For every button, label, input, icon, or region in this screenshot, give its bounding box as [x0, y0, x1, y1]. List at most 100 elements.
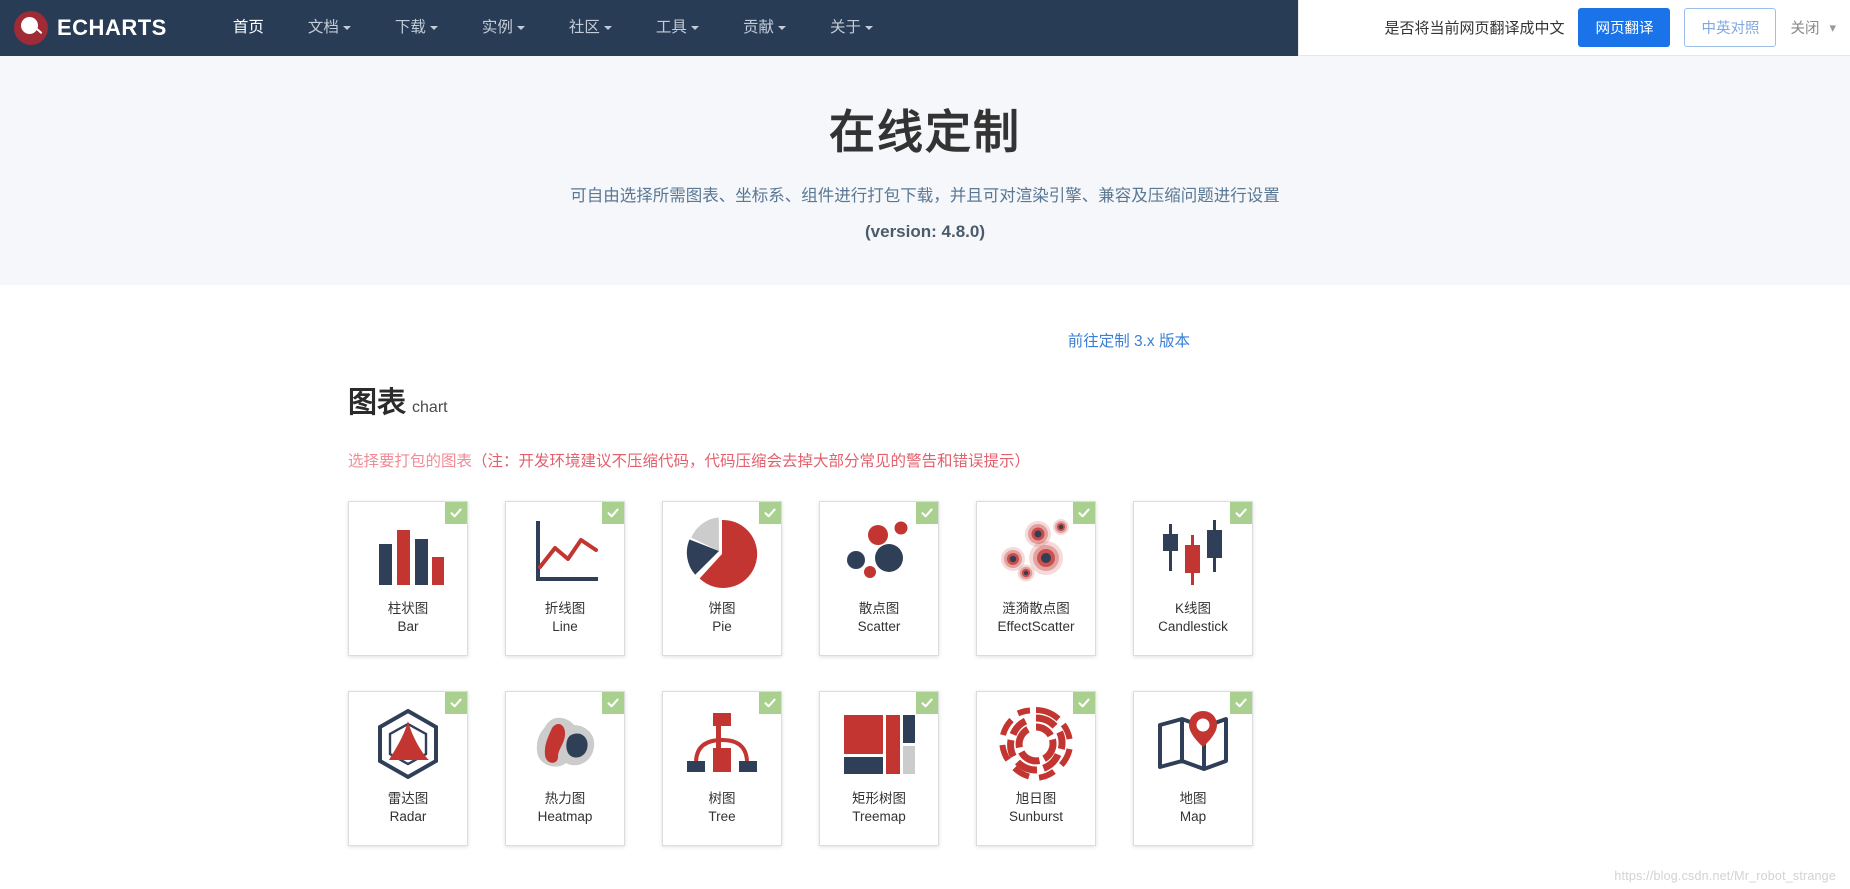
chart-card-effect-scatter[interactable]: 涟漪散点图 EffectScatter: [976, 501, 1096, 656]
version-link-row: 前往定制 3.x 版本: [0, 285, 1850, 351]
check-icon[interactable]: [1073, 692, 1095, 714]
main-content: 前往定制 3.x 版本 图表 chart 选择要打包的图表（注：开发环境建议不压缩…: [0, 285, 1850, 889]
card-label-en: Tree: [708, 808, 735, 826]
card-label: 折线图 Line: [545, 600, 586, 636]
card-label: 树图 Tree: [708, 790, 735, 826]
close-translation-button[interactable]: 关闭: [1790, 17, 1819, 38]
nav-item-home[interactable]: 首页: [211, 0, 286, 56]
section-title-en: chart: [412, 399, 448, 416]
card-label: 雷达图 Radar: [388, 790, 429, 826]
echarts-logo-icon: [14, 11, 48, 45]
goto-3x-version-link[interactable]: 前往定制 3.x 版本: [1068, 333, 1190, 350]
brand-name: ECHARTS: [57, 15, 167, 41]
check-icon[interactable]: [1073, 502, 1095, 524]
card-label-zh: 地图: [1180, 790, 1207, 808]
nav-item-docs[interactable]: 文档: [286, 0, 373, 56]
section-title: 图表 chart: [348, 379, 1850, 421]
chart-card-tree[interactable]: 树图 Tree: [662, 691, 782, 846]
check-icon[interactable]: [445, 692, 467, 714]
card-label: K线图 Candlestick: [1158, 600, 1228, 636]
card-label-zh: 树图: [708, 790, 735, 808]
card-label-en: EffectScatter: [997, 618, 1074, 636]
card-label-en: Line: [545, 618, 586, 636]
card-label-zh: 热力图: [538, 790, 593, 808]
translate-page-button[interactable]: 网页翻译: [1578, 8, 1670, 47]
card-label-en: Candlestick: [1158, 618, 1228, 636]
card-label: 地图 Map: [1180, 790, 1207, 826]
card-label: 散点图 Scatter: [858, 600, 901, 636]
card-label-zh: 涟漪散点图: [997, 600, 1074, 618]
card-label: 柱状图 Bar: [388, 600, 429, 636]
nav-item-contribute[interactable]: 贡献: [721, 0, 808, 56]
card-label-zh: 旭日图: [1009, 790, 1063, 808]
watermark: https://blog.csdn.net/Mr_robot_strange: [1614, 869, 1836, 883]
card-label-en: Scatter: [858, 618, 901, 636]
nav-item-examples[interactable]: 实例: [460, 0, 547, 56]
card-label: 热力图 Heatmap: [538, 790, 593, 826]
check-icon[interactable]: [602, 502, 624, 524]
card-label-zh: 柱状图: [388, 600, 429, 618]
card-label-en: Treemap: [852, 808, 906, 826]
chart-card-grid: 柱状图 Bar 折线图 Line: [348, 501, 1850, 846]
nav-item-about[interactable]: 关于: [808, 0, 895, 56]
card-label-zh: K线图: [1158, 600, 1228, 618]
chart-card-bar[interactable]: 柱状图 Bar: [348, 501, 468, 656]
chevron-down-icon: [604, 26, 612, 30]
page-title: 在线定制: [0, 96, 1850, 162]
nav-links: 首页 文档 下载 实例 社区 工具 贡献 关于: [211, 0, 895, 56]
card-label-en: Heatmap: [538, 808, 593, 826]
chart-card-line[interactable]: 折线图 Line: [505, 501, 625, 656]
chart-card-heatmap[interactable]: 热力图 Heatmap: [505, 691, 625, 846]
translation-prompt-text: 是否将当前网页翻译成中文: [1384, 17, 1564, 38]
chart-card-scatter[interactable]: 散点图 Scatter: [819, 501, 939, 656]
card-label-zh: 散点图: [858, 600, 901, 618]
card-label-zh: 雷达图: [388, 790, 429, 808]
brand-logo[interactable]: ECHARTS: [14, 11, 167, 45]
section-note-warning: （注：开发环境建议不压缩代码，代码压缩会去掉大部分常见的警告和错误提示）: [472, 453, 1030, 470]
chart-card-radar[interactable]: 雷达图 Radar: [348, 691, 468, 846]
chevron-down-icon[interactable]: ▾: [1829, 20, 1836, 36]
chevron-down-icon: [691, 26, 699, 30]
card-label-zh: 折线图: [545, 600, 586, 618]
chart-card-candlestick[interactable]: K线图 Candlestick: [1133, 501, 1253, 656]
chevron-down-icon: [865, 26, 873, 30]
check-icon[interactable]: [759, 692, 781, 714]
check-icon[interactable]: [759, 502, 781, 524]
hero-banner: 在线定制 可自由选择所需图表、坐标系、组件进行打包下载，并且可对渲染引擎、兼容及…: [0, 56, 1850, 285]
section-title-zh: 图表: [348, 387, 406, 419]
card-label-en: Bar: [388, 618, 429, 636]
card-label-zh: 饼图: [709, 600, 736, 618]
translation-prompt-bar: 是否将当前网页翻译成中文 网页翻译 中英对照 关闭 ▾: [1298, 0, 1850, 56]
chart-card-map[interactable]: 地图 Map: [1133, 691, 1253, 846]
chart-card-sunburst[interactable]: 旭日图 Sunburst: [976, 691, 1096, 846]
section-note-prefix: 选择要打包的图表: [348, 453, 472, 470]
version-label: (version: 4.8.0): [0, 222, 1850, 242]
chevron-down-icon: [343, 26, 351, 30]
card-label: 矩形树图 Treemap: [852, 790, 906, 826]
chart-section: 图表 chart 选择要打包的图表（注：开发环境建议不压缩代码，代码压缩会去掉大部…: [0, 379, 1850, 846]
chart-card-pie[interactable]: 饼图 Pie: [662, 501, 782, 656]
check-icon[interactable]: [916, 692, 938, 714]
chevron-down-icon: [517, 26, 525, 30]
card-label-en: Map: [1180, 808, 1207, 826]
check-icon[interactable]: [916, 502, 938, 524]
check-icon[interactable]: [1230, 502, 1252, 524]
card-label: 涟漪散点图 EffectScatter: [997, 600, 1074, 636]
card-label: 旭日图 Sunburst: [1009, 790, 1063, 826]
card-label-en: Sunburst: [1009, 808, 1063, 826]
nav-item-community[interactable]: 社区: [547, 0, 634, 56]
check-icon[interactable]: [602, 692, 624, 714]
card-label-en: Radar: [388, 808, 429, 826]
nav-item-download[interactable]: 下载: [373, 0, 460, 56]
section-note: 选择要打包的图表（注：开发环境建议不压缩代码，代码压缩会去掉大部分常见的警告和错…: [348, 449, 1850, 471]
nav-item-tools[interactable]: 工具: [634, 0, 721, 56]
check-icon[interactable]: [1230, 692, 1252, 714]
check-icon[interactable]: [445, 502, 467, 524]
page-subtitle: 可自由选择所需图表、坐标系、组件进行打包下载，并且可对渲染引擎、兼容及压缩问题进…: [0, 182, 1850, 206]
chevron-down-icon: [778, 26, 786, 30]
card-label-en: Pie: [709, 618, 736, 636]
chevron-down-icon: [430, 26, 438, 30]
bilingual-compare-button[interactable]: 中英对照: [1684, 8, 1776, 47]
card-label-zh: 矩形树图: [852, 790, 906, 808]
chart-card-treemap[interactable]: 矩形树图 Treemap: [819, 691, 939, 846]
